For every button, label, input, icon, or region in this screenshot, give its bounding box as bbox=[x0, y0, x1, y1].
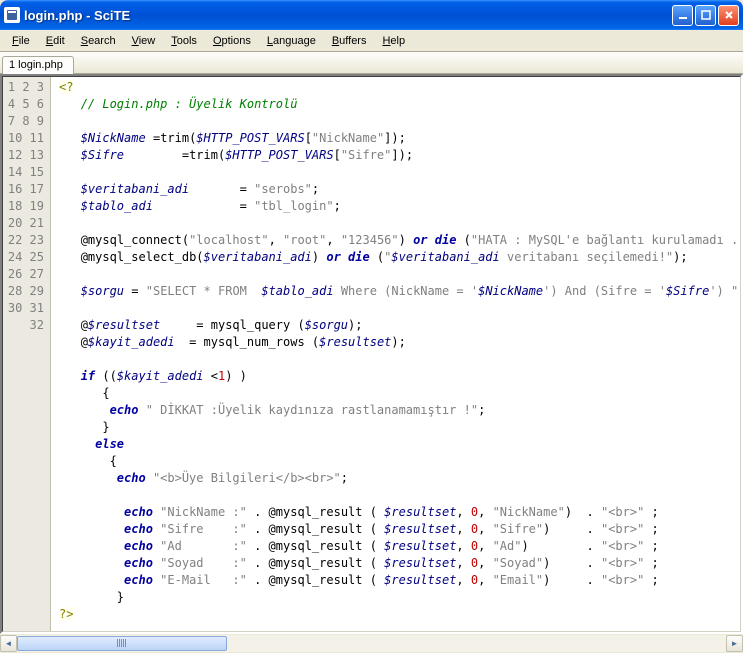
scroll-track[interactable] bbox=[17, 635, 726, 652]
title-bar: login.php - SciTE bbox=[0, 0, 743, 30]
menu-tools[interactable]: Tools bbox=[163, 33, 205, 49]
maximize-button[interactable] bbox=[695, 5, 716, 26]
menu-view[interactable]: View bbox=[124, 33, 164, 49]
horizontal-scrollbar: ◄ ► bbox=[0, 634, 743, 651]
window-controls bbox=[672, 5, 739, 26]
menu-help[interactable]: Help bbox=[374, 33, 413, 49]
scroll-right-button[interactable]: ► bbox=[726, 635, 743, 652]
menu-language[interactable]: Language bbox=[259, 33, 324, 49]
scroll-left-button[interactable]: ◄ bbox=[0, 635, 17, 652]
app-icon bbox=[4, 7, 20, 23]
close-button[interactable] bbox=[718, 5, 739, 26]
window-title: login.php - SciTE bbox=[24, 8, 672, 23]
editor: 1 2 3 4 5 6 7 8 9 10 11 12 13 14 15 16 1… bbox=[0, 74, 743, 634]
menu-edit[interactable]: Edit bbox=[38, 33, 73, 49]
menu-search[interactable]: Search bbox=[73, 33, 124, 49]
line-numbers: 1 2 3 4 5 6 7 8 9 10 11 12 13 14 15 16 1… bbox=[3, 77, 51, 631]
tab-login-php[interactable]: 1 login.php bbox=[2, 56, 74, 74]
tab-bar: 1 login.php bbox=[0, 52, 743, 74]
scroll-thumb[interactable] bbox=[17, 636, 227, 651]
menu-buffers[interactable]: Buffers bbox=[324, 33, 375, 49]
menu-options[interactable]: Options bbox=[205, 33, 259, 49]
minimize-button[interactable] bbox=[672, 5, 693, 26]
code-area[interactable]: <? // Login.php : Üyelik Kontrolü $NickN… bbox=[51, 77, 740, 631]
menu-bar: File Edit Search View Tools Options Lang… bbox=[0, 30, 743, 52]
menu-file[interactable]: File bbox=[4, 33, 38, 49]
